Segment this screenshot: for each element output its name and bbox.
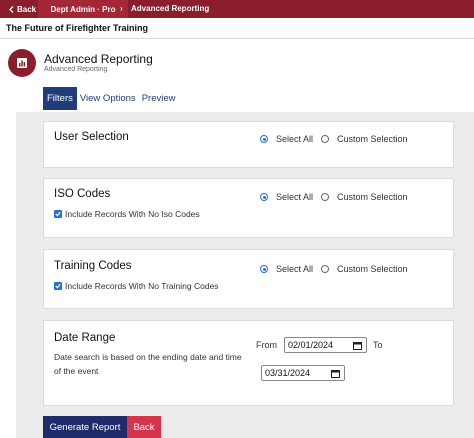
iso-codes-title: ISO Codes: [54, 188, 111, 200]
tab-bar: Filters View Options Preview: [43, 87, 178, 110]
date-range-title: Date Range: [54, 332, 116, 344]
from-label: From: [256, 340, 277, 350]
to-date-input[interactable]: 03/31/2024: [261, 365, 345, 381]
to-label: To: [373, 340, 383, 350]
iso-custom-selection-radio[interactable]: [321, 193, 330, 201]
breadcrumb-current: Advanced Reporting: [131, 4, 210, 13]
topbar-back-button[interactable]: Back: [5, 3, 40, 15]
user-selection-card: User Selection Select All Custom Selecti…: [43, 121, 454, 168]
organization-title: The Future of Firefighter Training: [6, 23, 149, 33]
divider: [0, 38, 474, 39]
training-custom-selection-label: Custom Selection: [337, 264, 408, 274]
date-range-card: Date Range Date search is based on the e…: [43, 320, 454, 406]
iso-no-codes-label: Include Records With No Iso Codes: [65, 209, 200, 219]
training-codes-radio-group: Select All Custom Selection: [260, 264, 416, 274]
training-no-codes-label: Include Records With No Training Codes: [65, 281, 219, 291]
iso-no-codes-row: Include Records With No Iso Codes: [54, 209, 200, 219]
tab-preview[interactable]: Preview: [139, 87, 179, 110]
user-custom-selection-label: Custom Selection: [337, 134, 408, 144]
from-date-value: 02/01/2024: [288, 340, 334, 350]
tab-filters[interactable]: Filters: [43, 87, 77, 110]
tab-view-options[interactable]: View Options: [77, 87, 139, 110]
page-title: Advanced Reporting: [44, 52, 153, 66]
check-icon: [55, 211, 61, 217]
iso-codes-card: ISO Codes Select All Custom Selection In…: [43, 178, 454, 238]
page-subtitle: Advanced Reporting: [44, 66, 108, 73]
to-date-value: 03/31/2024: [265, 368, 311, 378]
calendar-icon[interactable]: [353, 341, 362, 350]
report-icon: [8, 49, 36, 77]
user-selection-radio-group: Select All Custom Selection: [260, 134, 416, 144]
breadcrumb-dept-label: Dept Admin · Pro: [50, 4, 116, 14]
generate-report-button[interactable]: Generate Report: [43, 416, 127, 438]
topbar-back-label: Back: [17, 4, 37, 14]
training-codes-card: Training Codes Select All Custom Selecti…: [43, 249, 454, 309]
user-select-all-label: Select All: [276, 134, 314, 144]
user-selection-title: User Selection: [54, 131, 129, 143]
back-button[interactable]: Back: [127, 416, 161, 438]
training-no-codes-row: Include Records With No Training Codes: [54, 281, 219, 291]
breadcrumb-dept-admin[interactable]: Dept Admin · Pro: [38, 0, 128, 18]
training-select-all-radio[interactable]: [260, 265, 268, 273]
date-range-description: Date search is based on the ending date …: [54, 352, 242, 376]
user-select-all-radio[interactable]: [260, 135, 268, 143]
iso-select-all-label: Select All: [276, 192, 314, 202]
from-date-input[interactable]: 02/01/2024: [284, 337, 367, 353]
chevron-left-icon: [9, 5, 14, 13]
training-codes-title: Training Codes: [54, 260, 132, 272]
training-custom-selection-radio[interactable]: [321, 265, 330, 273]
iso-codes-radio-group: Select All Custom Selection: [260, 192, 416, 202]
chevron-right-icon: ›: [120, 4, 123, 13]
top-bar: Back Dept Admin · Pro › Advanced Reporti…: [0, 0, 474, 18]
check-icon: [55, 283, 61, 289]
training-no-codes-checkbox[interactable]: [54, 282, 62, 290]
user-custom-selection-radio[interactable]: [321, 135, 330, 143]
training-select-all-label: Select All: [276, 264, 314, 274]
calendar-icon[interactable]: [331, 369, 340, 378]
iso-custom-selection-label: Custom Selection: [337, 192, 408, 202]
iso-select-all-radio[interactable]: [260, 193, 268, 201]
iso-no-codes-checkbox[interactable]: [54, 210, 62, 218]
